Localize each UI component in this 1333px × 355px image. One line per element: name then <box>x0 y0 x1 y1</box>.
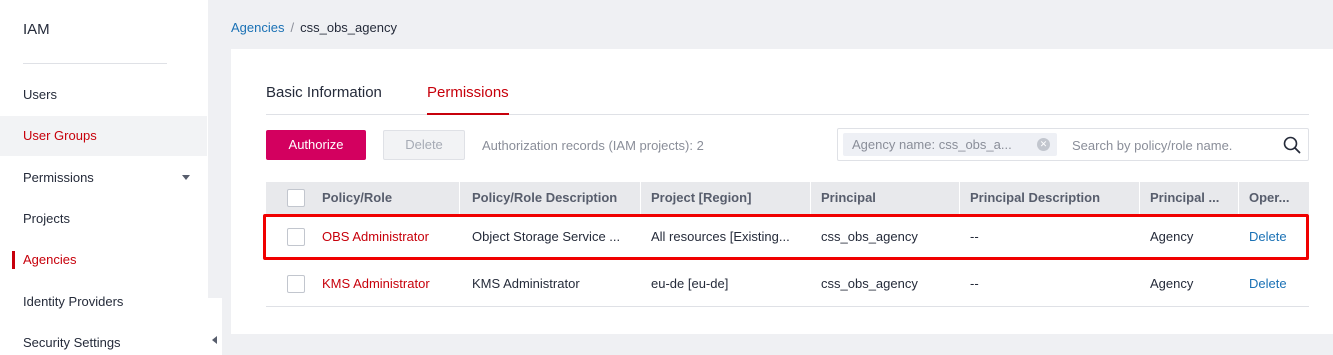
principal-description: -- <box>970 276 979 291</box>
sidebar-item-agencies[interactable]: Agencies <box>0 240 207 280</box>
delete-link[interactable]: Delete <box>1239 261 1309 307</box>
sidebar-item-users[interactable]: Users <box>0 75 207 115</box>
tab-bar: Basic Information Permissions <box>266 84 1309 115</box>
principal-type: Agency <box>1150 276 1194 291</box>
tab-permissions[interactable]: Permissions <box>427 84 509 115</box>
search-filter-tag: Agency name: css_obs_a... ✕ <box>843 133 1057 156</box>
principal-description: -- <box>970 229 979 244</box>
principal-type: Agency <box>1150 229 1194 244</box>
delete-button[interactable]: Delete <box>383 130 465 160</box>
column-header-description[interactable]: Policy/Role Description <box>462 182 641 214</box>
table-row: OBS Administrator Object Storage Service… <box>266 214 1309 260</box>
tab-basic-information[interactable]: Basic Information <box>266 84 382 115</box>
breadcrumb-current: css_obs_agency <box>300 20 397 35</box>
column-header-operation[interactable]: Oper... <box>1239 182 1309 214</box>
policy-description: Object Storage Service ... <box>472 229 621 244</box>
policy-link[interactable]: OBS Administrator <box>312 214 460 260</box>
chevron-down-icon <box>182 175 190 180</box>
column-header-project[interactable]: Project [Region] <box>641 182 811 214</box>
sidebar-item-label: Permissions <box>23 170 94 185</box>
authorization-records-count: Authorization records (IAM projects): 2 <box>482 138 704 153</box>
principal: css_obs_agency <box>821 276 918 291</box>
sidebar: IAM Users User Groups Permissions Projec… <box>0 0 208 355</box>
breadcrumb: Agencies / css_obs_agency <box>231 20 397 35</box>
sidebar-item-permissions[interactable]: Permissions <box>0 158 207 198</box>
sidebar-item-security-settings[interactable]: Security Settings <box>0 323 207 355</box>
table-row: KMS Administrator KMS Administrator eu-d… <box>266 261 1309 307</box>
search-input[interactable] <box>1072 135 1272 155</box>
principal: css_obs_agency <box>821 229 918 244</box>
column-header-principal-type[interactable]: Principal ... <box>1140 182 1239 214</box>
search-filter-tag-text: Agency name: css_obs_a... <box>852 137 1012 152</box>
search-icon[interactable] <box>1283 136 1301 154</box>
column-header-policy-role[interactable]: Policy/Role <box>312 182 460 214</box>
policy-link[interactable]: KMS Administrator <box>312 261 460 307</box>
sidebar-item-user-groups[interactable]: User Groups <box>0 116 207 156</box>
table-header: Policy/Role Policy/Role Description Proj… <box>266 182 1309 214</box>
project-region: All resources [Existing... <box>651 229 790 244</box>
row-checkbox[interactable] <box>287 228 305 246</box>
authorize-button[interactable]: Authorize <box>266 130 366 160</box>
row-checkbox[interactable] <box>287 275 305 293</box>
breadcrumb-link-agencies[interactable]: Agencies <box>231 20 284 35</box>
column-header-principal[interactable]: Principal <box>811 182 960 214</box>
search-box: Agency name: css_obs_a... ✕ <box>837 128 1309 161</box>
sidebar-collapse-button[interactable] <box>194 298 222 355</box>
chevron-left-icon <box>212 336 217 344</box>
project-region: eu-de [eu-de] <box>651 276 729 291</box>
close-icon[interactable]: ✕ <box>1037 138 1050 151</box>
delete-link[interactable]: Delete <box>1239 214 1309 260</box>
sidebar-item-identity-providers[interactable]: Identity Providers <box>0 282 207 322</box>
select-all-checkbox[interactable] <box>287 189 305 207</box>
column-header-principal-description[interactable]: Principal Description <box>960 182 1140 214</box>
breadcrumb-separator: / <box>290 20 295 35</box>
sidebar-title: IAM <box>23 21 50 38</box>
policy-description: KMS Administrator <box>472 276 580 291</box>
sidebar-item-projects[interactable]: Projects <box>0 199 207 239</box>
sidebar-divider <box>23 63 167 64</box>
